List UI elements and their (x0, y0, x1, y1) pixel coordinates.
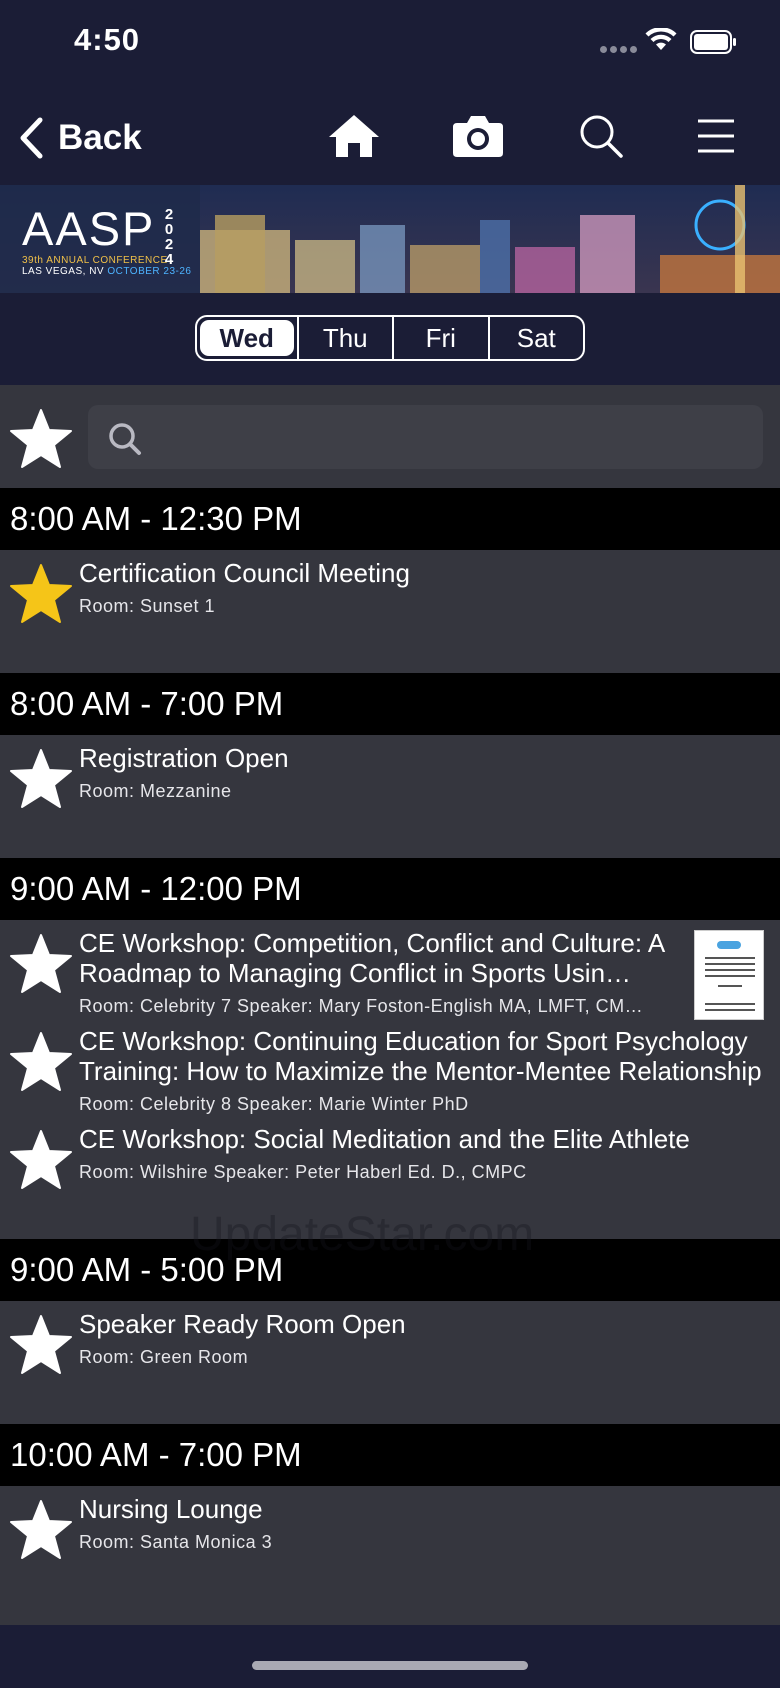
schedule-list[interactable]: 8:00 AM - 12:30 PM Certification Council … (0, 385, 780, 1625)
section-events: Speaker Ready Room Open Room: Green Room (0, 1301, 780, 1424)
star-icon[interactable] (8, 747, 74, 811)
back-label: Back (58, 118, 142, 157)
search-icon[interactable] (578, 113, 624, 159)
schedule-sections: 8:00 AM - 12:30 PM Certification Council … (0, 488, 780, 1609)
star-icon[interactable] (8, 932, 74, 996)
star-filled-icon[interactable] (8, 562, 74, 626)
event-row[interactable]: Nursing Lounge Room: Santa Monica 3 (0, 1486, 780, 1573)
star-icon[interactable] (8, 1498, 74, 1562)
conference-banner: AASP 2024 39th ANNUAL CONFERENCE LAS VEG… (0, 185, 780, 293)
event-title: Nursing Lounge (79, 1494, 263, 1524)
event-title: CE Workshop: Continuing Education for Sp… (79, 1026, 762, 1086)
event-row[interactable]: Registration Open Room: Mezzanine (0, 735, 780, 822)
logo-location: LAS VEGAS, NV (22, 266, 105, 277)
star-icon[interactable] (8, 1313, 74, 1377)
chevron-left-icon (20, 117, 43, 159)
event-row[interactable]: CE Workshop: Social Meditation and the E… (0, 1116, 780, 1203)
event-row[interactable]: CE Workshop: Continuing Education for Sp… (0, 1018, 780, 1116)
search-input[interactable] (148, 405, 748, 469)
tab-fri[interactable]: Fri (392, 317, 488, 359)
section-events: Registration Open Room: Mezzanine (0, 735, 780, 858)
status-bar: 4:50 (0, 0, 780, 90)
section-time-header: 10:00 AM - 7:00 PM (0, 1424, 780, 1486)
event-title: Speaker Ready Room Open (79, 1309, 406, 1339)
event-meta: Room: Santa Monica 3 (79, 1532, 273, 1552)
event-meta: Room: Green Room (79, 1347, 249, 1367)
back-button[interactable]: Back (18, 112, 142, 164)
event-row[interactable]: Certification Council Meeting Room: Sunse… (0, 550, 780, 637)
section-events: CE Workshop: Competition, Conflict and C… (0, 920, 780, 1239)
logo-dates: OCTOBER 23-26 (107, 266, 192, 277)
home-icon[interactable] (328, 113, 380, 159)
section-time-header: 8:00 AM - 7:00 PM (0, 673, 780, 735)
event-title: CE Workshop: Social Meditation and the E… (79, 1124, 690, 1154)
event-title: CE Workshop: Competition, Conflict and C… (79, 928, 664, 988)
section-events: Certification Council Meeting Room: Sunse… (0, 550, 780, 673)
menu-icon[interactable] (696, 113, 736, 159)
wifi-icon (645, 28, 677, 50)
section-events: Nursing Lounge Room: Santa Monica 3 (0, 1486, 780, 1609)
event-meta: Room: Celebrity 8 Speaker: Marie Winter … (79, 1094, 469, 1114)
event-meta: Room: Mezzanine (79, 781, 232, 801)
tab-sat[interactable]: Sat (487, 317, 584, 359)
star-icon[interactable] (8, 1030, 74, 1094)
status-time: 4:50 (74, 22, 141, 57)
event-row[interactable]: Speaker Ready Room Open Room: Green Room (0, 1301, 780, 1388)
signal-icon (600, 46, 637, 53)
event-row[interactable]: CE Workshop: Competition, Conflict and C… (0, 920, 780, 1020)
camera-icon[interactable] (452, 113, 504, 159)
event-meta: Room: Celebrity 7 Speaker: Mary Foston-E… (79, 996, 644, 1016)
event-meta: Room: Wilshire Speaker: Peter Haberl Ed.… (79, 1162, 527, 1182)
event-title: Certification Council Meeting (79, 558, 410, 588)
section-time-header: 9:00 AM - 5:00 PM (0, 1239, 780, 1301)
battery-icon (690, 30, 736, 54)
tab-thu[interactable]: Thu (296, 317, 393, 359)
section-time-header: 8:00 AM - 12:30 PM (0, 488, 780, 550)
search-row (0, 385, 780, 488)
conference-logo: AASP 2024 39th ANNUAL CONFERENCE LAS VEG… (22, 205, 192, 277)
event-meta: Room: Sunset 1 (79, 596, 216, 616)
search-box[interactable] (88, 405, 763, 469)
day-selector: Wed Thu Fri Sat (195, 315, 585, 361)
section-time-header: 9:00 AM - 12:00 PM (0, 858, 780, 920)
logo-year: 2024 (164, 206, 174, 268)
star-icon[interactable] (8, 1128, 74, 1192)
search-icon (109, 423, 141, 455)
favorites-filter-star-icon[interactable] (8, 407, 74, 471)
event-thumbnail-image[interactable] (694, 930, 764, 1020)
tab-wed[interactable]: Wed (200, 320, 294, 356)
nav-bar: Back (0, 90, 780, 185)
event-title: Registration Open (79, 743, 289, 773)
home-indicator[interactable] (252, 1661, 528, 1670)
